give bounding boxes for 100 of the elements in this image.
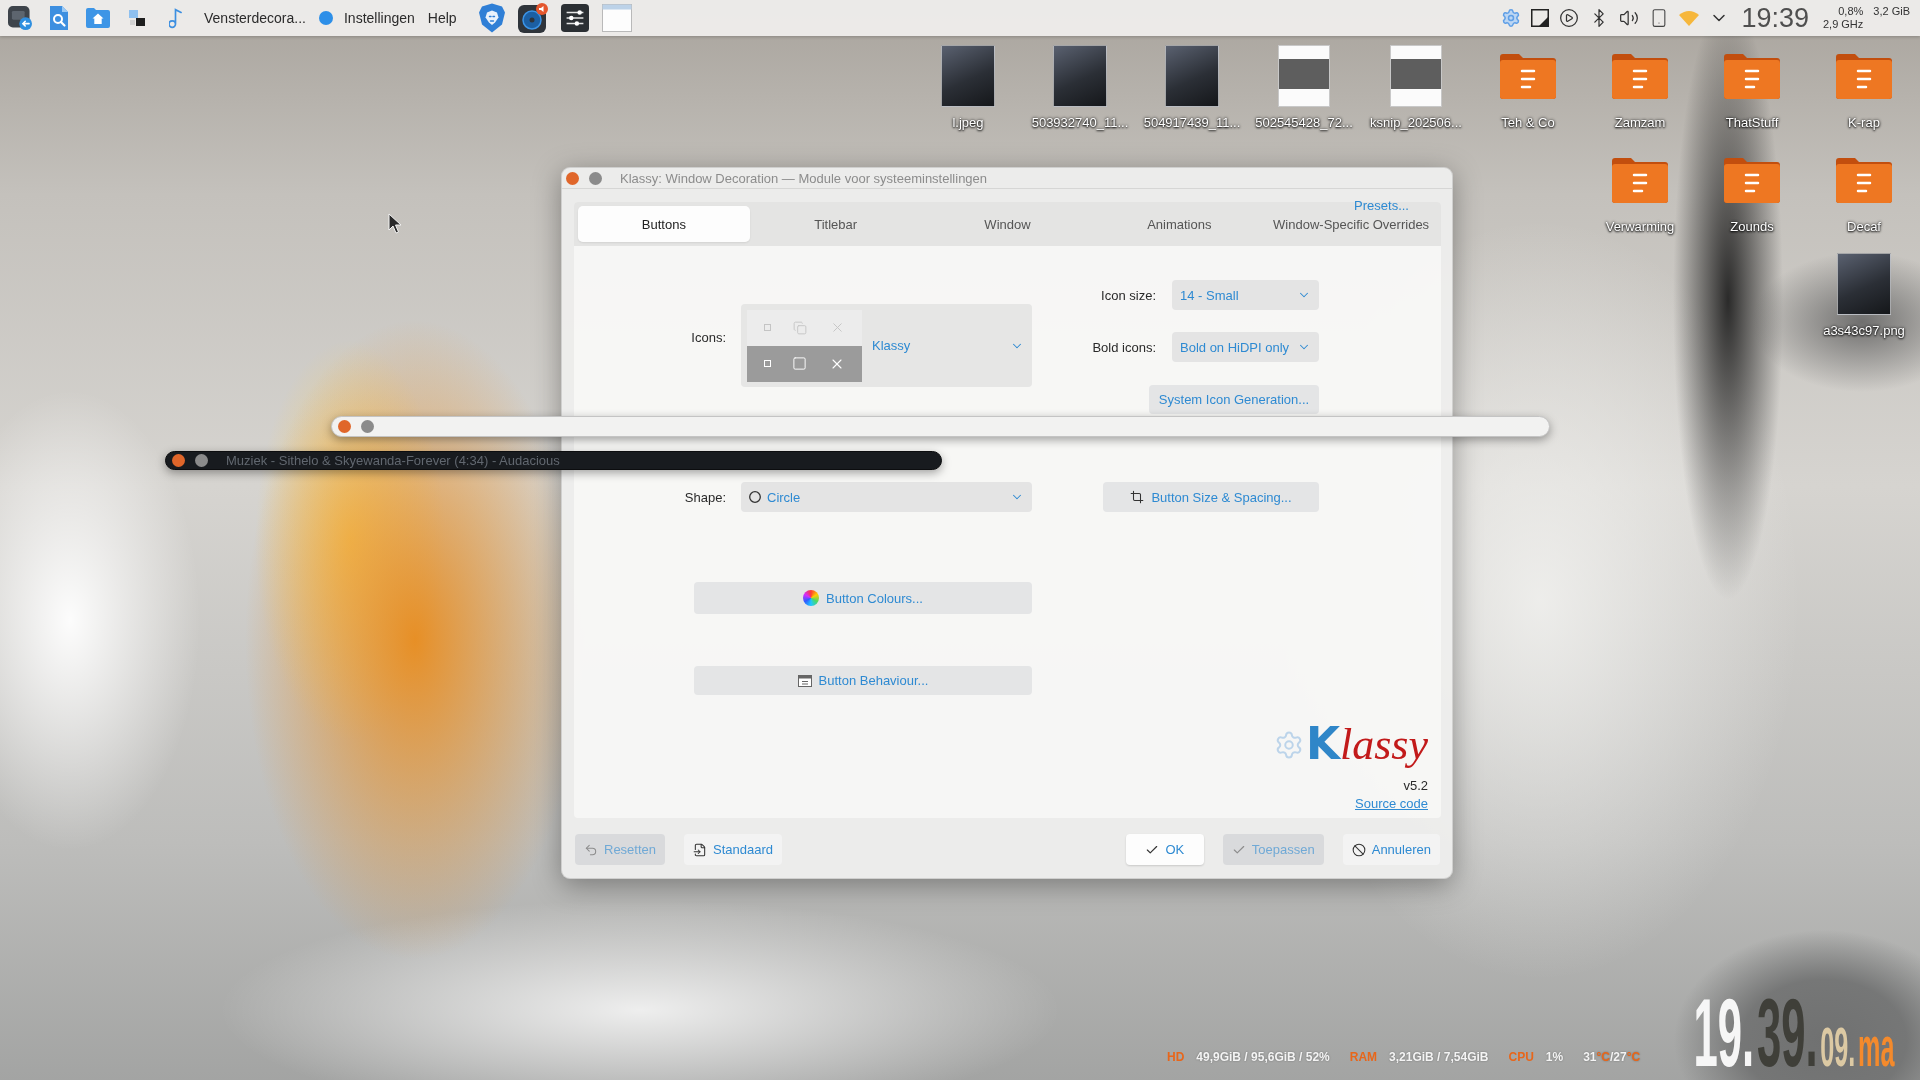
home-folder-icon[interactable]	[85, 8, 110, 28]
window-list-icon	[797, 674, 812, 687]
screen-corner-icon[interactable]	[1531, 9, 1550, 27]
cancel-icon	[1351, 842, 1366, 857]
square-icon	[792, 356, 808, 371]
cpu-usage: 0,8%	[1837, 5, 1864, 18]
bold-icons-dropdown[interactable]: Bold on HiDPI only	[1172, 332, 1319, 362]
folder-icon[interactable]	[1724, 53, 1780, 99]
footer-button[interactable]: Standaard	[684, 834, 783, 865]
close-button[interactable]	[566, 171, 579, 185]
behaviour-button[interactable]: Button Behaviour...	[694, 666, 1032, 695]
folder-icon[interactable]	[1724, 157, 1780, 203]
file-label[interactable]: ksnip_202506...	[1370, 115, 1462, 130]
volume-icon[interactable]	[1619, 8, 1640, 28]
folder-icon[interactable]	[1836, 157, 1892, 203]
close-button[interactable]	[338, 420, 351, 433]
menu-item[interactable]: Help	[427, 10, 457, 26]
sliders-icon[interactable]	[560, 4, 589, 32]
window-title: Klassy: Window Decoration — Module voor systeeminstellingen	[620, 170, 988, 186]
monitor-label: CPU	[1508, 1050, 1534, 1064]
tab[interactable]: Titlebar	[749, 206, 922, 242]
monitor-label: RAM	[1349, 1050, 1378, 1064]
folder-icon[interactable]	[1836, 53, 1892, 99]
field-label: Icons:	[690, 330, 726, 345]
klassy-logo: Klassy	[1305, 719, 1428, 770]
play-icon[interactable]	[1559, 8, 1580, 28]
folder-icon[interactable]	[1612, 53, 1668, 99]
field-label: Shape:	[683, 489, 726, 505]
colours-button[interactable]: Button Colours...	[694, 582, 1032, 614]
minimize-button[interactable]	[361, 420, 374, 433]
desktop-clock-digits: 39.	[1756, 997, 1818, 1070]
size-spacing-button[interactable]: Button Size & Spacing...	[1103, 482, 1319, 512]
overlapping-squares-icon	[793, 320, 808, 335]
undo-icon	[584, 842, 598, 857]
circle-icon	[749, 491, 761, 503]
footer-button[interactable]: Annuleren	[1342, 834, 1440, 865]
desktop-clock-digits: ma	[1857, 1026, 1894, 1069]
tab[interactable]: Window	[921, 206, 1094, 242]
photo-placeholder[interactable]	[1053, 45, 1107, 107]
document-icon	[693, 842, 708, 857]
disc-speaker-icon[interactable]	[517, 3, 548, 33]
small-square-icon	[764, 324, 772, 331]
icon-size-dropdown[interactable]: 14 - Small	[1172, 280, 1319, 310]
file-label[interactable]: Verwarming	[1605, 219, 1675, 234]
file-label[interactable]: ThatStuff	[1725, 115, 1779, 130]
file-label[interactable]: 503932740_11...	[1031, 115, 1129, 130]
desktop-clock-digits: 19.	[1693, 997, 1754, 1070]
document-thumbnail[interactable]	[1390, 45, 1442, 107]
tab[interactable]: Buttons	[578, 206, 750, 242]
cpu-frequency: 2,9 GHz	[1822, 18, 1864, 31]
desktop-pager-icon[interactable]	[128, 10, 145, 26]
monitor-value: 49,9GiB / 95,6GiB / 52%	[1196, 1050, 1330, 1064]
file-label[interactable]: Teh & Co	[1501, 115, 1555, 130]
minimize-button[interactable]	[589, 171, 602, 185]
icon-style-dropdown[interactable]: Klassy	[741, 304, 1032, 387]
source-code-link[interactable]: Source code	[1355, 796, 1428, 812]
file-label[interactable]: a3s43c97.png	[1823, 323, 1905, 338]
file-label[interactable]: Decaf	[1847, 219, 1881, 234]
field-label: Icon size:	[1100, 287, 1156, 303]
photo-placeholder[interactable]	[1165, 45, 1219, 107]
cursor-icon	[388, 213, 402, 234]
crop-icon	[1130, 490, 1145, 504]
small-square-icon	[763, 360, 771, 367]
monitor-label: HD	[1167, 1050, 1185, 1064]
memory-usage: 3,2 GiB	[1873, 5, 1910, 18]
photo-placeholder[interactable]	[1837, 253, 1891, 315]
file-label[interactable]: Zamzam	[1614, 115, 1666, 130]
system-icon-button[interactable]: System Icon Generation...	[1149, 385, 1319, 414]
folder-icon[interactable]	[1500, 53, 1556, 99]
lion-shield-icon[interactable]	[478, 3, 505, 33]
music-note-icon[interactable]	[169, 7, 182, 29]
desktop-clock-digits: 09.	[1819, 1026, 1855, 1069]
menu-item[interactable]: Instellingen	[343, 10, 415, 26]
footer-button[interactable]: OK	[1125, 834, 1204, 865]
circle-icon	[318, 11, 333, 25]
document-thumbnail[interactable]	[1278, 45, 1330, 107]
file-label[interactable]: 504917439_11...	[1143, 115, 1241, 130]
color-wheel-icon	[803, 590, 820, 606]
temperature-reading: 31°C/27°C	[1583, 1050, 1641, 1064]
presets-link[interactable]: Presets...	[1354, 199, 1409, 213]
file-label[interactable]: 502545428_72...	[1255, 115, 1353, 130]
file-label[interactable]: Zounds	[1730, 219, 1774, 234]
file-label[interactable]: l.jpeg	[952, 115, 984, 130]
minimize-button[interactable]	[195, 454, 208, 467]
shape-dropdown[interactable]: Circle	[741, 482, 1032, 512]
monitor-value: 1%	[1545, 1050, 1564, 1064]
panel-clock[interactable]: 19:39	[1741, 2, 1809, 34]
close-button[interactable]	[172, 454, 185, 467]
photo-placeholder[interactable]	[941, 45, 995, 107]
task-button[interactable]: Vensterdecora...	[204, 10, 306, 26]
window-title: Muziek - Sithelo & Skyewanda-Forever (4:34) - Audacious	[226, 453, 560, 468]
monitor-value: 3,21GiB / 7,54GiB	[1389, 1050, 1489, 1064]
document-search-icon[interactable]	[49, 6, 68, 30]
version-label: v5.2	[1403, 778, 1428, 794]
shaded-window[interactable]: Muziek - Sithelo & Skyewanda-Forever (4:34) - Audacious	[165, 451, 942, 470]
file-label[interactable]: K-rap	[1848, 115, 1880, 130]
tab[interactable]: Animations	[1093, 206, 1266, 242]
folder-icon[interactable]	[1612, 157, 1668, 203]
field-label: Bold icons:	[1091, 339, 1156, 355]
launcher-icon[interactable]	[7, 6, 32, 30]
